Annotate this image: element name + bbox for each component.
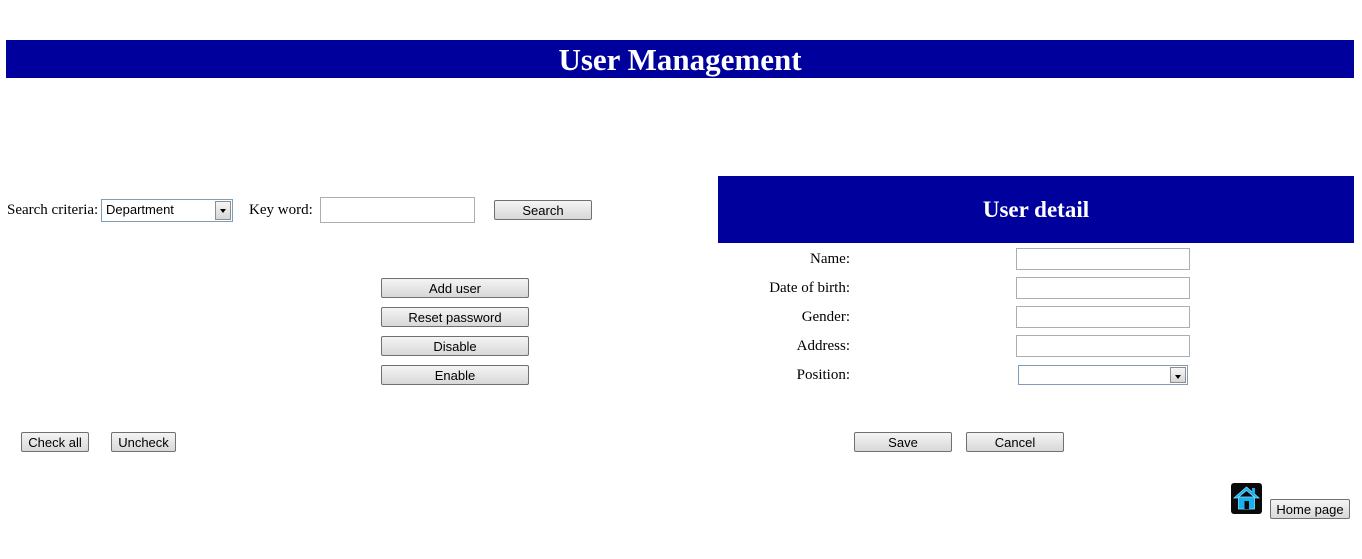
enable-button[interactable]: Enable bbox=[381, 365, 529, 385]
date-of-birth-label: Date of birth: bbox=[769, 280, 850, 296]
save-button[interactable]: Save bbox=[854, 432, 952, 452]
reset-password-button[interactable]: Reset password bbox=[381, 307, 529, 327]
search-button[interactable]: Search bbox=[494, 200, 592, 220]
name-label: Name: bbox=[810, 251, 850, 267]
chevron-down-icon[interactable] bbox=[215, 201, 231, 220]
check-all-button[interactable]: Check all bbox=[21, 432, 89, 452]
date-of-birth-field[interactable] bbox=[1016, 277, 1190, 299]
keyword-label: Key word: bbox=[249, 202, 313, 218]
uncheck-button[interactable]: Uncheck bbox=[111, 432, 176, 452]
search-criteria-select[interactable]: Department bbox=[101, 199, 233, 222]
home-icon[interactable] bbox=[1231, 483, 1262, 514]
address-label: Address: bbox=[796, 338, 850, 354]
gender-label: Gender: bbox=[801, 309, 850, 325]
position-label: Position: bbox=[796, 367, 850, 383]
cancel-button[interactable]: Cancel bbox=[966, 432, 1064, 452]
user-detail-title: User detail bbox=[718, 176, 1354, 243]
add-user-button[interactable]: Add user bbox=[381, 278, 529, 298]
home-page-button[interactable]: Home page bbox=[1270, 499, 1350, 519]
address-field[interactable] bbox=[1016, 335, 1190, 357]
gender-field[interactable] bbox=[1016, 306, 1190, 328]
page-title: User Management bbox=[6, 40, 1354, 78]
search-criteria-value: Department bbox=[106, 202, 174, 217]
search-criteria-label: Search criteria: bbox=[7, 202, 99, 218]
disable-button[interactable]: Disable bbox=[381, 336, 529, 356]
keyword-input[interactable] bbox=[320, 197, 475, 223]
chevron-down-icon[interactable] bbox=[1170, 367, 1186, 383]
name-field[interactable] bbox=[1016, 248, 1190, 270]
position-select[interactable] bbox=[1018, 365, 1188, 385]
